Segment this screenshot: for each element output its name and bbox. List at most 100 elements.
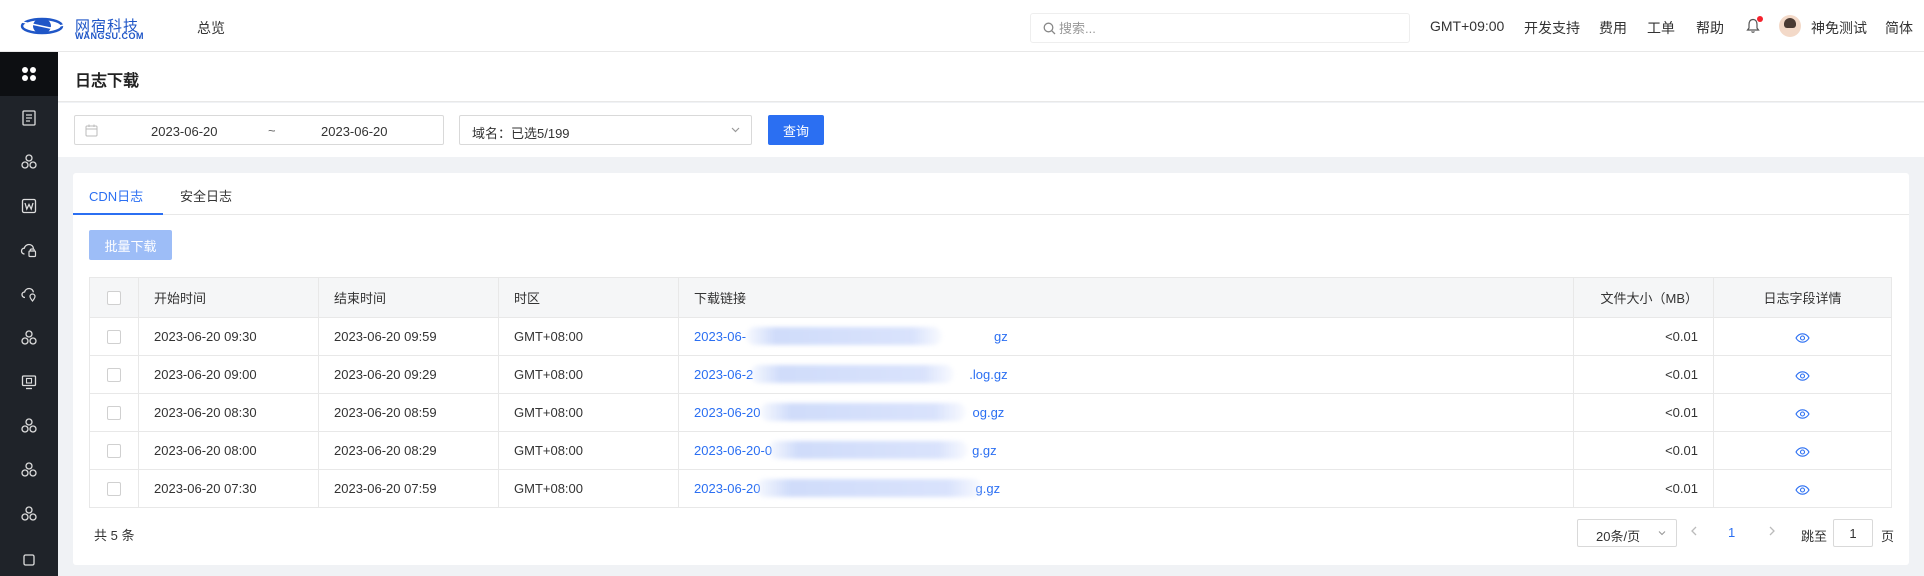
table-row: 2023-06-20 07:30 2023-06-20 07:59 GMT+08… (89, 469, 1892, 508)
tab-cdn-logs[interactable]: CDN日志 (89, 186, 143, 205)
sidebar (0, 52, 58, 576)
sidebar-item-w[interactable] (0, 184, 58, 228)
tab-security-logs[interactable]: 安全日志 (180, 186, 232, 205)
column-header-end-time[interactable]: 结束时间 (318, 277, 499, 318)
download-link-suffix: g.gz (972, 443, 997, 458)
row-select-cell (89, 355, 139, 394)
column-header-start-time[interactable]: 开始时间 (138, 277, 319, 318)
jump-to-suffix: 页 (1881, 529, 1895, 544)
start-time-cell: 2023-06-20 09:30 (138, 317, 319, 356)
sidebar-item-monitor[interactable] (0, 360, 58, 404)
page-title: 日志下载 (75, 73, 140, 90)
column-header-timezone[interactable]: 时区 (498, 277, 679, 318)
select-all-checkbox[interactable] (107, 291, 121, 306)
current-page[interactable]: 1 (1728, 525, 1735, 540)
start-time-cell: 2023-06-20 08:00 (138, 431, 319, 470)
search-input[interactable] (1059, 14, 1399, 42)
field-details-cell (1713, 355, 1892, 394)
end-date[interactable]: 2023-06-20 (321, 124, 388, 139)
sidebar-item-cluster-2[interactable] (0, 316, 58, 360)
page-size-select[interactable]: 20条/页 (1577, 519, 1677, 547)
column-header-field-details[interactable]: 日志字段详情 (1713, 277, 1892, 318)
query-button[interactable]: 查询 (768, 115, 824, 145)
log-panel: CDN日志 安全日志 批量下载 开始时间 结束时间 时区 下载链接 文件大小（M… (73, 173, 1909, 565)
start-time-cell: 2023-06-20 08:30 (138, 393, 319, 432)
prev-page-icon[interactable] (1689, 525, 1699, 537)
download-link[interactable]: 2023-06-20 g.gz (694, 479, 1000, 497)
download-link[interactable]: 2023-06- gz (694, 327, 1008, 345)
row-checkbox[interactable] (107, 330, 121, 345)
column-header-download-link[interactable]: 下载链接 (678, 277, 1574, 318)
ticket-link[interactable]: 工单 (1647, 18, 1675, 38)
field-details-cell (1713, 317, 1892, 356)
notification-dot (1757, 16, 1763, 22)
row-checkbox[interactable] (107, 444, 121, 459)
total-count: 共 5 条 (94, 528, 135, 543)
eye-icon[interactable] (1795, 332, 1810, 343)
chevron-down-icon (731, 127, 740, 133)
sidebar-item-cluster-1[interactable] (0, 140, 58, 184)
field-details-cell (1713, 469, 1892, 508)
download-link-suffix: og.gz (972, 405, 1005, 420)
download-link-suffix: .log.gz (969, 367, 1008, 382)
redaction-blur (768, 441, 968, 459)
sidebar-item-cluster-5[interactable] (0, 492, 58, 536)
download-link-prefix: 2023-06-20 (694, 481, 761, 496)
download-link[interactable]: 2023-06-20-0 g.gz (694, 441, 997, 459)
end-time-cell: 2023-06-20 08:29 (318, 431, 499, 470)
download-link-suffix: gz (994, 329, 1008, 344)
nav-overview[interactable]: 总览 (197, 18, 225, 38)
eye-icon[interactable] (1795, 408, 1810, 419)
date-range-picker[interactable]: 2023-06-20 ~ 2023-06-20 (74, 115, 444, 145)
dev-support-link[interactable]: 开发支持 (1524, 18, 1580, 38)
eye-icon[interactable] (1795, 446, 1810, 457)
logo-subtext: WANGSU.COM (75, 31, 144, 41)
sidebar-item-cloud-location[interactable] (0, 272, 58, 316)
billing-link[interactable]: 费用 (1599, 18, 1627, 38)
timezone-selector[interactable]: GMT+09:00 (1430, 18, 1504, 34)
domain-select[interactable]: 域名：已选5/199 (459, 115, 752, 145)
avatar[interactable] (1779, 15, 1801, 37)
table-row: 2023-06-20 09:30 2023-06-20 09:59 GMT+08… (89, 317, 1892, 356)
help-link[interactable]: 帮助 (1696, 18, 1724, 38)
row-checkbox[interactable] (107, 406, 121, 421)
timezone-cell: GMT+08:00 (498, 317, 679, 356)
sidebar-item-cloud-lock[interactable] (0, 228, 58, 272)
sidebar-item-apps[interactable] (0, 52, 58, 96)
redaction-blur (760, 403, 966, 421)
cluster-icon (21, 154, 37, 169)
company-logo[interactable]: 网宿科技 WANGSU.COM (20, 12, 160, 41)
download-link-prefix: 2023-06-20-0 (694, 443, 773, 458)
active-tab-indicator (73, 213, 163, 215)
sidebar-item-cluster-4[interactable] (0, 448, 58, 492)
list-icon (22, 110, 36, 126)
start-date[interactable]: 2023-06-20 (151, 124, 218, 139)
row-select-cell (89, 469, 139, 508)
notification-bell[interactable] (1745, 16, 1763, 35)
eye-icon[interactable] (1795, 484, 1810, 495)
file-size-cell: <0.01 (1573, 431, 1714, 470)
jump-to-input[interactable] (1833, 519, 1873, 547)
username[interactable]: 神免测试 (1811, 18, 1867, 38)
sidebar-item-cluster-3[interactable] (0, 404, 58, 448)
cluster-icon (21, 418, 37, 433)
eye-icon[interactable] (1795, 370, 1810, 381)
sidebar-item-more[interactable] (0, 536, 58, 576)
w-icon (21, 198, 37, 214)
language-switch[interactable]: 简体 (1885, 18, 1913, 38)
end-time-cell: 2023-06-20 08:59 (318, 393, 499, 432)
batch-download-button[interactable]: 批量下载 (89, 230, 172, 260)
row-checkbox[interactable] (107, 482, 121, 497)
table-row: 2023-06-20 09:00 2023-06-20 09:29 GMT+08… (89, 355, 1892, 394)
domain-select-label: 域名：已选5/199 (472, 126, 570, 141)
column-header-file-size[interactable]: 文件大小（MB） (1573, 277, 1714, 318)
row-checkbox[interactable] (107, 368, 121, 383)
cluster-icon (21, 506, 37, 521)
timezone-cell: GMT+08:00 (498, 469, 679, 508)
search-box[interactable] (1030, 13, 1410, 43)
file-size-cell: <0.01 (1573, 469, 1714, 508)
next-page-icon[interactable] (1767, 525, 1777, 537)
download-link[interactable]: 2023-06-2 .log.gz (694, 365, 1008, 383)
sidebar-item-list[interactable] (0, 96, 58, 140)
download-link[interactable]: 2023-06-20 og.gz (694, 403, 1005, 421)
